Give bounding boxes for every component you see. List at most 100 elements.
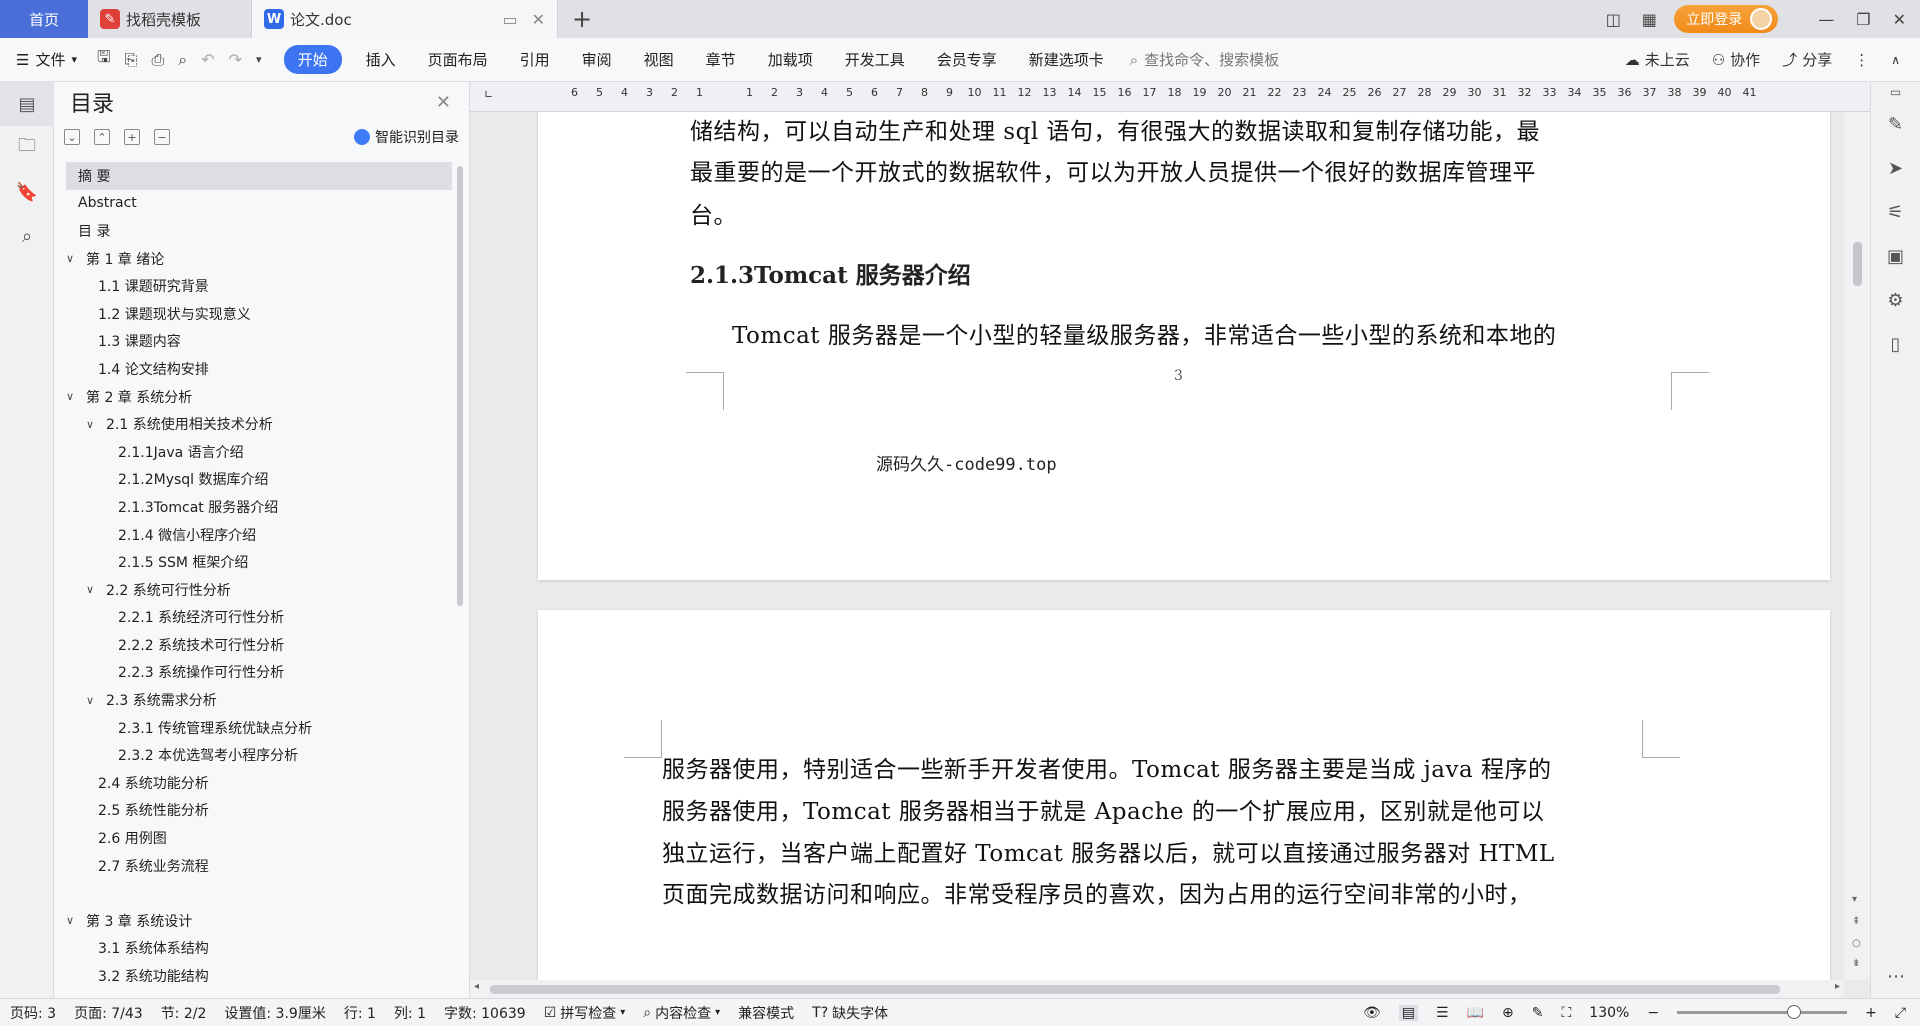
toc-item[interactable]: 1.1 课题研究背景 [66, 272, 452, 300]
toc-item[interactable]: 1.2 课题现状与实现意义 [66, 300, 452, 328]
status-col[interactable]: 列: 1 [394, 1003, 426, 1023]
status-section[interactable]: 节: 2/2 [161, 1003, 207, 1023]
toc-item[interactable]: 3.2 系统功能结构 [66, 962, 452, 982]
toc-item[interactable]: 2.1.2Mysql 数据库介绍 [66, 466, 452, 494]
undo-icon[interactable]: ↶ [201, 50, 214, 69]
zoom-slider[interactable] [1677, 1005, 1848, 1019]
tab-developer[interactable]: 开发工具 [829, 49, 921, 70]
status-words[interactable]: 字数: 10639 [444, 1003, 526, 1023]
tab-chapter[interactable]: 章节 [690, 49, 752, 70]
page-view-icon[interactable]: ▤ [1398, 1004, 1419, 1021]
scroll-thumb[interactable] [1853, 242, 1862, 286]
more-icon[interactable]: ⋮ [1854, 51, 1869, 69]
toc-item[interactable]: ∨ 第 1 章 绪论 [66, 245, 452, 273]
zoom-out-icon[interactable]: − [1647, 1005, 1659, 1021]
zoom-slider-knob[interactable] [1787, 1005, 1802, 1019]
image-tool-icon[interactable]: ▣ [1871, 234, 1920, 278]
tab-view[interactable]: 视图 [628, 49, 690, 70]
minimize-icon[interactable]: — [1818, 10, 1834, 29]
bookmark-icon[interactable]: 🔖 [0, 170, 54, 214]
status-page[interactable]: 页面: 7/43 [74, 1003, 143, 1023]
properties-icon[interactable]: ⚟ [1871, 190, 1920, 234]
spell-check-button[interactable]: ☑ 拼写检查 ▾ [544, 1003, 626, 1023]
document-area[interactable]: 储结构，可以自动生产和处理 sql 语句，有很强大的数据读取和复制存储功能，最 … [470, 112, 1844, 980]
chevron-down-icon[interactable]: ∨ [86, 583, 100, 596]
tab-start[interactable]: 开始 [283, 45, 342, 74]
toc-item[interactable]: 2.2.1 系统经济可行性分析 [66, 604, 452, 632]
zoom-in-icon[interactable]: + [1865, 1005, 1877, 1021]
tab-home[interactable]: 首页 [0, 0, 88, 38]
prev-page-icon[interactable]: ⇞ [1852, 916, 1860, 927]
chevron-down-icon[interactable]: ∨ [66, 252, 80, 265]
toc-item[interactable]: ∨ 第 3 章 系统设计 [66, 907, 452, 935]
hscroll-thumb[interactable] [490, 985, 1780, 994]
horizontal-scrollbar[interactable]: ◂ ▸ [470, 980, 1844, 998]
settings-icon[interactable]: ⚙ [1871, 278, 1920, 322]
toc-panel-icon[interactable]: ▤ [0, 82, 54, 126]
toc-item[interactable]: 2.3.1 传统管理系统优缺点分析 [66, 714, 452, 742]
toc-item[interactable]: 2.2.3 系统操作可行性分析 [66, 659, 452, 687]
reading-view-icon[interactable]: 📖 [1467, 1005, 1484, 1021]
chapter-nav-icon[interactable]: 🗀 [0, 126, 54, 170]
layout-switch-icon[interactable]: ◫ [1602, 9, 1624, 29]
tab-template[interactable]: ✎ 找稻壳模板 [88, 0, 252, 38]
zoom-level[interactable]: 130% [1589, 1005, 1629, 1021]
toc-item[interactable]: 3.1 系统体系结构 [66, 935, 452, 963]
tab-references[interactable]: 引用 [504, 49, 566, 70]
toc-item[interactable]: 1.3 课题内容 [66, 328, 452, 356]
outline-view-icon[interactable]: ☰ [1436, 1005, 1449, 1021]
toc-item[interactable]: 1.4 论文结构安排 [66, 355, 452, 383]
expand-all-icon[interactable]: ⌄ [64, 129, 80, 145]
remove-level-icon[interactable]: − [154, 129, 170, 145]
reading-mode-icon[interactable]: ▯ [1871, 322, 1920, 366]
toc-item[interactable]: 2.5 系统性能分析 [66, 797, 452, 825]
print-icon[interactable]: ⎙ [151, 50, 164, 70]
status-page-code[interactable]: 页码: 3 [10, 1003, 56, 1023]
new-tab-button[interactable]: + [558, 0, 606, 38]
chevron-down-icon[interactable]: ∨ [86, 418, 100, 431]
close-tab-icon[interactable]: ✕ [532, 10, 545, 29]
add-level-icon[interactable]: + [124, 129, 140, 145]
web-view-icon[interactable]: ⊕ [1502, 1005, 1514, 1021]
apps-grid-icon[interactable]: ▦ [1638, 9, 1660, 29]
redo-icon[interactable]: ↷ [229, 50, 242, 69]
float-window-icon[interactable]: ▭ [502, 10, 517, 29]
tab-page-layout[interactable]: 页面布局 [412, 49, 504, 70]
toc-item[interactable]: 2.1.3Tomcat 服务器介绍 [66, 493, 452, 521]
toc-item[interactable]: 2.4 系统功能分析 [66, 769, 452, 797]
edit-pen-icon[interactable]: ✎ [1871, 102, 1920, 146]
tab-stop-icon[interactable]: ∟ [484, 88, 493, 101]
horizontal-ruler[interactable]: ∟ 6 5 4 3 2 1 1 2 3 4 5 6 7 8 9 10 11 12 13 14 15 16 17 18 19 20 2… [470, 82, 1870, 112]
toc-item[interactable]: ∨ 第 2 章 系统分析 [66, 383, 452, 411]
ruler-toggle-icon[interactable]: ▭ [1871, 82, 1920, 102]
tab-addins[interactable]: 加载项 [752, 49, 829, 70]
toc-item[interactable]: 2.2.2 系统技术可行性分析 [66, 631, 452, 659]
restore-icon[interactable]: ❐ [1856, 10, 1870, 29]
tab-member[interactable]: 会员专享 [921, 49, 1013, 70]
chevron-down-icon[interactable]: ∨ [66, 914, 80, 927]
document-page[interactable]: 服务器使用，特别适合一些新手开发者使用。Tomcat 服务器主要是当成 java… [538, 610, 1830, 980]
scroll-right-icon[interactable]: ▸ [1835, 981, 1840, 992]
find-icon[interactable]: ⌕ [0, 214, 54, 258]
fit-page-icon[interactable]: ⛶ [1561, 1005, 1571, 1021]
close-window-icon[interactable]: ✕ [1893, 10, 1906, 29]
print-preview-icon[interactable]: ⌕ [178, 50, 187, 70]
toc-scrollbar[interactable] [457, 166, 463, 606]
cloud-status-button[interactable]: ☁ 未上云 [1625, 49, 1690, 70]
toc-item[interactable]: ∨ 2.1 系统使用相关技术分析 [66, 410, 452, 438]
tab-insert[interactable]: 插入 [350, 49, 412, 70]
toc-item[interactable]: 2.7 系统业务流程 [66, 852, 452, 880]
scroll-left-icon[interactable]: ◂ [474, 981, 479, 992]
vertical-scrollbar[interactable]: ▾ ⇞ ○ ⇟ [1844, 112, 1870, 980]
status-row[interactable]: 行: 1 [344, 1003, 376, 1023]
collapse-ribbon-icon[interactable]: ∧ [1891, 53, 1900, 67]
document-page[interactable]: 储结构，可以自动生产和处理 sql 语句，有很强大的数据读取和复制存储功能，最 … [538, 112, 1830, 580]
next-page-icon[interactable]: ⇟ [1852, 958, 1860, 969]
write-view-icon[interactable]: ✎ [1532, 1005, 1544, 1021]
toc-item[interactable]: 2.1.4 微信小程序介绍 [66, 521, 452, 549]
compat-mode[interactable]: 兼容模式 [738, 1003, 794, 1023]
tab-document[interactable]: W 论文.doc ▭ ✕ [252, 0, 558, 38]
close-icon[interactable]: ✕ [436, 92, 451, 113]
chevron-down-icon[interactable]: ∨ [66, 390, 80, 403]
command-search[interactable]: ⌕ 查找命令、搜索模板 [1130, 49, 1279, 70]
